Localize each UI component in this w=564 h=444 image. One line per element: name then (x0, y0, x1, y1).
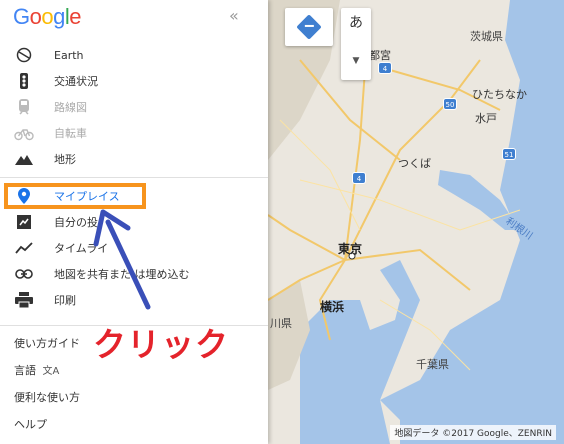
translate-icon: 文A (42, 366, 60, 377)
menu-label: マイプレイス (54, 190, 120, 203)
pin-icon (14, 186, 34, 206)
menu-label: 自転車 (54, 127, 87, 140)
map-label-kanagawa: 川県 (270, 317, 292, 330)
road-shield-icon: 50 (443, 98, 457, 110)
google-logo: Google (13, 4, 82, 29)
menu-label: 交通状況 (54, 75, 98, 88)
map-label-ibaraki: 茨城県 (470, 30, 503, 43)
link-guide[interactable]: 使い方ガイド (14, 330, 80, 357)
menu-list: Earth 交通状況 路線図 自転車 地形 マイプレイス 自分の投 タイムライ … (0, 42, 268, 313)
menu-label: 印刷 (54, 294, 76, 307)
terrain-icon (14, 149, 34, 169)
print-icon (14, 290, 34, 310)
language-button[interactable]: あ (341, 8, 371, 38)
timeline-icon (14, 238, 34, 258)
transit-icon (14, 97, 34, 117)
chevron-down-icon[interactable]: ▼ (341, 56, 371, 66)
bicycle-icon (14, 123, 34, 143)
road-shield-icon: 4 (352, 172, 366, 184)
map-label-mito: 水戸 (475, 112, 497, 125)
menu-item-traffic[interactable]: 交通状況 (0, 68, 268, 94)
menu-label: タイムライ (54, 242, 109, 255)
road-shield-icon: 51 (502, 148, 516, 160)
link-help[interactable]: ヘルプ (14, 411, 80, 438)
traffic-icon (14, 71, 34, 91)
menu-item-share-embed[interactable]: 地図を共有また は埋め込む (0, 261, 268, 287)
click-annotation-label: クリック (93, 325, 229, 364)
road-shield-icon: 4 (378, 62, 392, 74)
menu-item-timeline[interactable]: タイムライ (0, 235, 268, 261)
menu-item-my-places[interactable]: マイプレイス (4, 183, 146, 209)
menu-label: 自分の投 (54, 216, 98, 229)
map-label-hitachinaka: ひたちなか (472, 88, 527, 101)
menu-item-contributions[interactable]: 自分の投 (0, 209, 268, 235)
menu-item-earth[interactable]: Earth (0, 42, 268, 68)
help-links: 使い方ガイド 言語 文A 便利な使い方 ヘルプ (14, 330, 80, 438)
map-label-chiba: 千葉県 (416, 358, 449, 371)
directions-button[interactable] (285, 8, 333, 46)
menu-label: 路線図 (54, 101, 87, 114)
map-label-tokyo: 東京 (338, 242, 363, 256)
menu-label: 地図を共有また は埋め込む (54, 268, 190, 281)
menu-divider (0, 177, 268, 178)
map-label-tsukuba: つくば (398, 157, 431, 170)
contribution-icon (14, 212, 34, 232)
side-menu-panel: Google ‹‹ Earth 交通状況 路線図 自転車 地形 マイプレイス 自… (0, 0, 268, 444)
language-control[interactable]: あ ▼ (341, 8, 371, 80)
menu-item-terrain[interactable]: 地形 (0, 146, 268, 172)
menu-item-transit[interactable]: 路線図 (0, 94, 268, 120)
menu-item-bicycle[interactable]: 自転車 (0, 120, 268, 146)
map-attribution: 地図データ ©2017 Google、ZENRIN (390, 425, 556, 440)
link-language-label: 言語 (14, 364, 36, 377)
map-label-yokohama: 横浜 (320, 300, 345, 314)
menu-item-print[interactable]: 印刷 (0, 287, 268, 313)
earth-icon (14, 45, 34, 65)
link-tips[interactable]: 便利な使い方 (14, 384, 80, 411)
link-icon (14, 264, 34, 284)
menu-label: Earth (54, 48, 84, 62)
menu-label: 地形 (54, 153, 76, 166)
link-language[interactable]: 言語 文A (14, 357, 80, 384)
directions-icon (296, 14, 322, 40)
collapse-panel-icon[interactable]: ‹‹ (229, 6, 239, 25)
